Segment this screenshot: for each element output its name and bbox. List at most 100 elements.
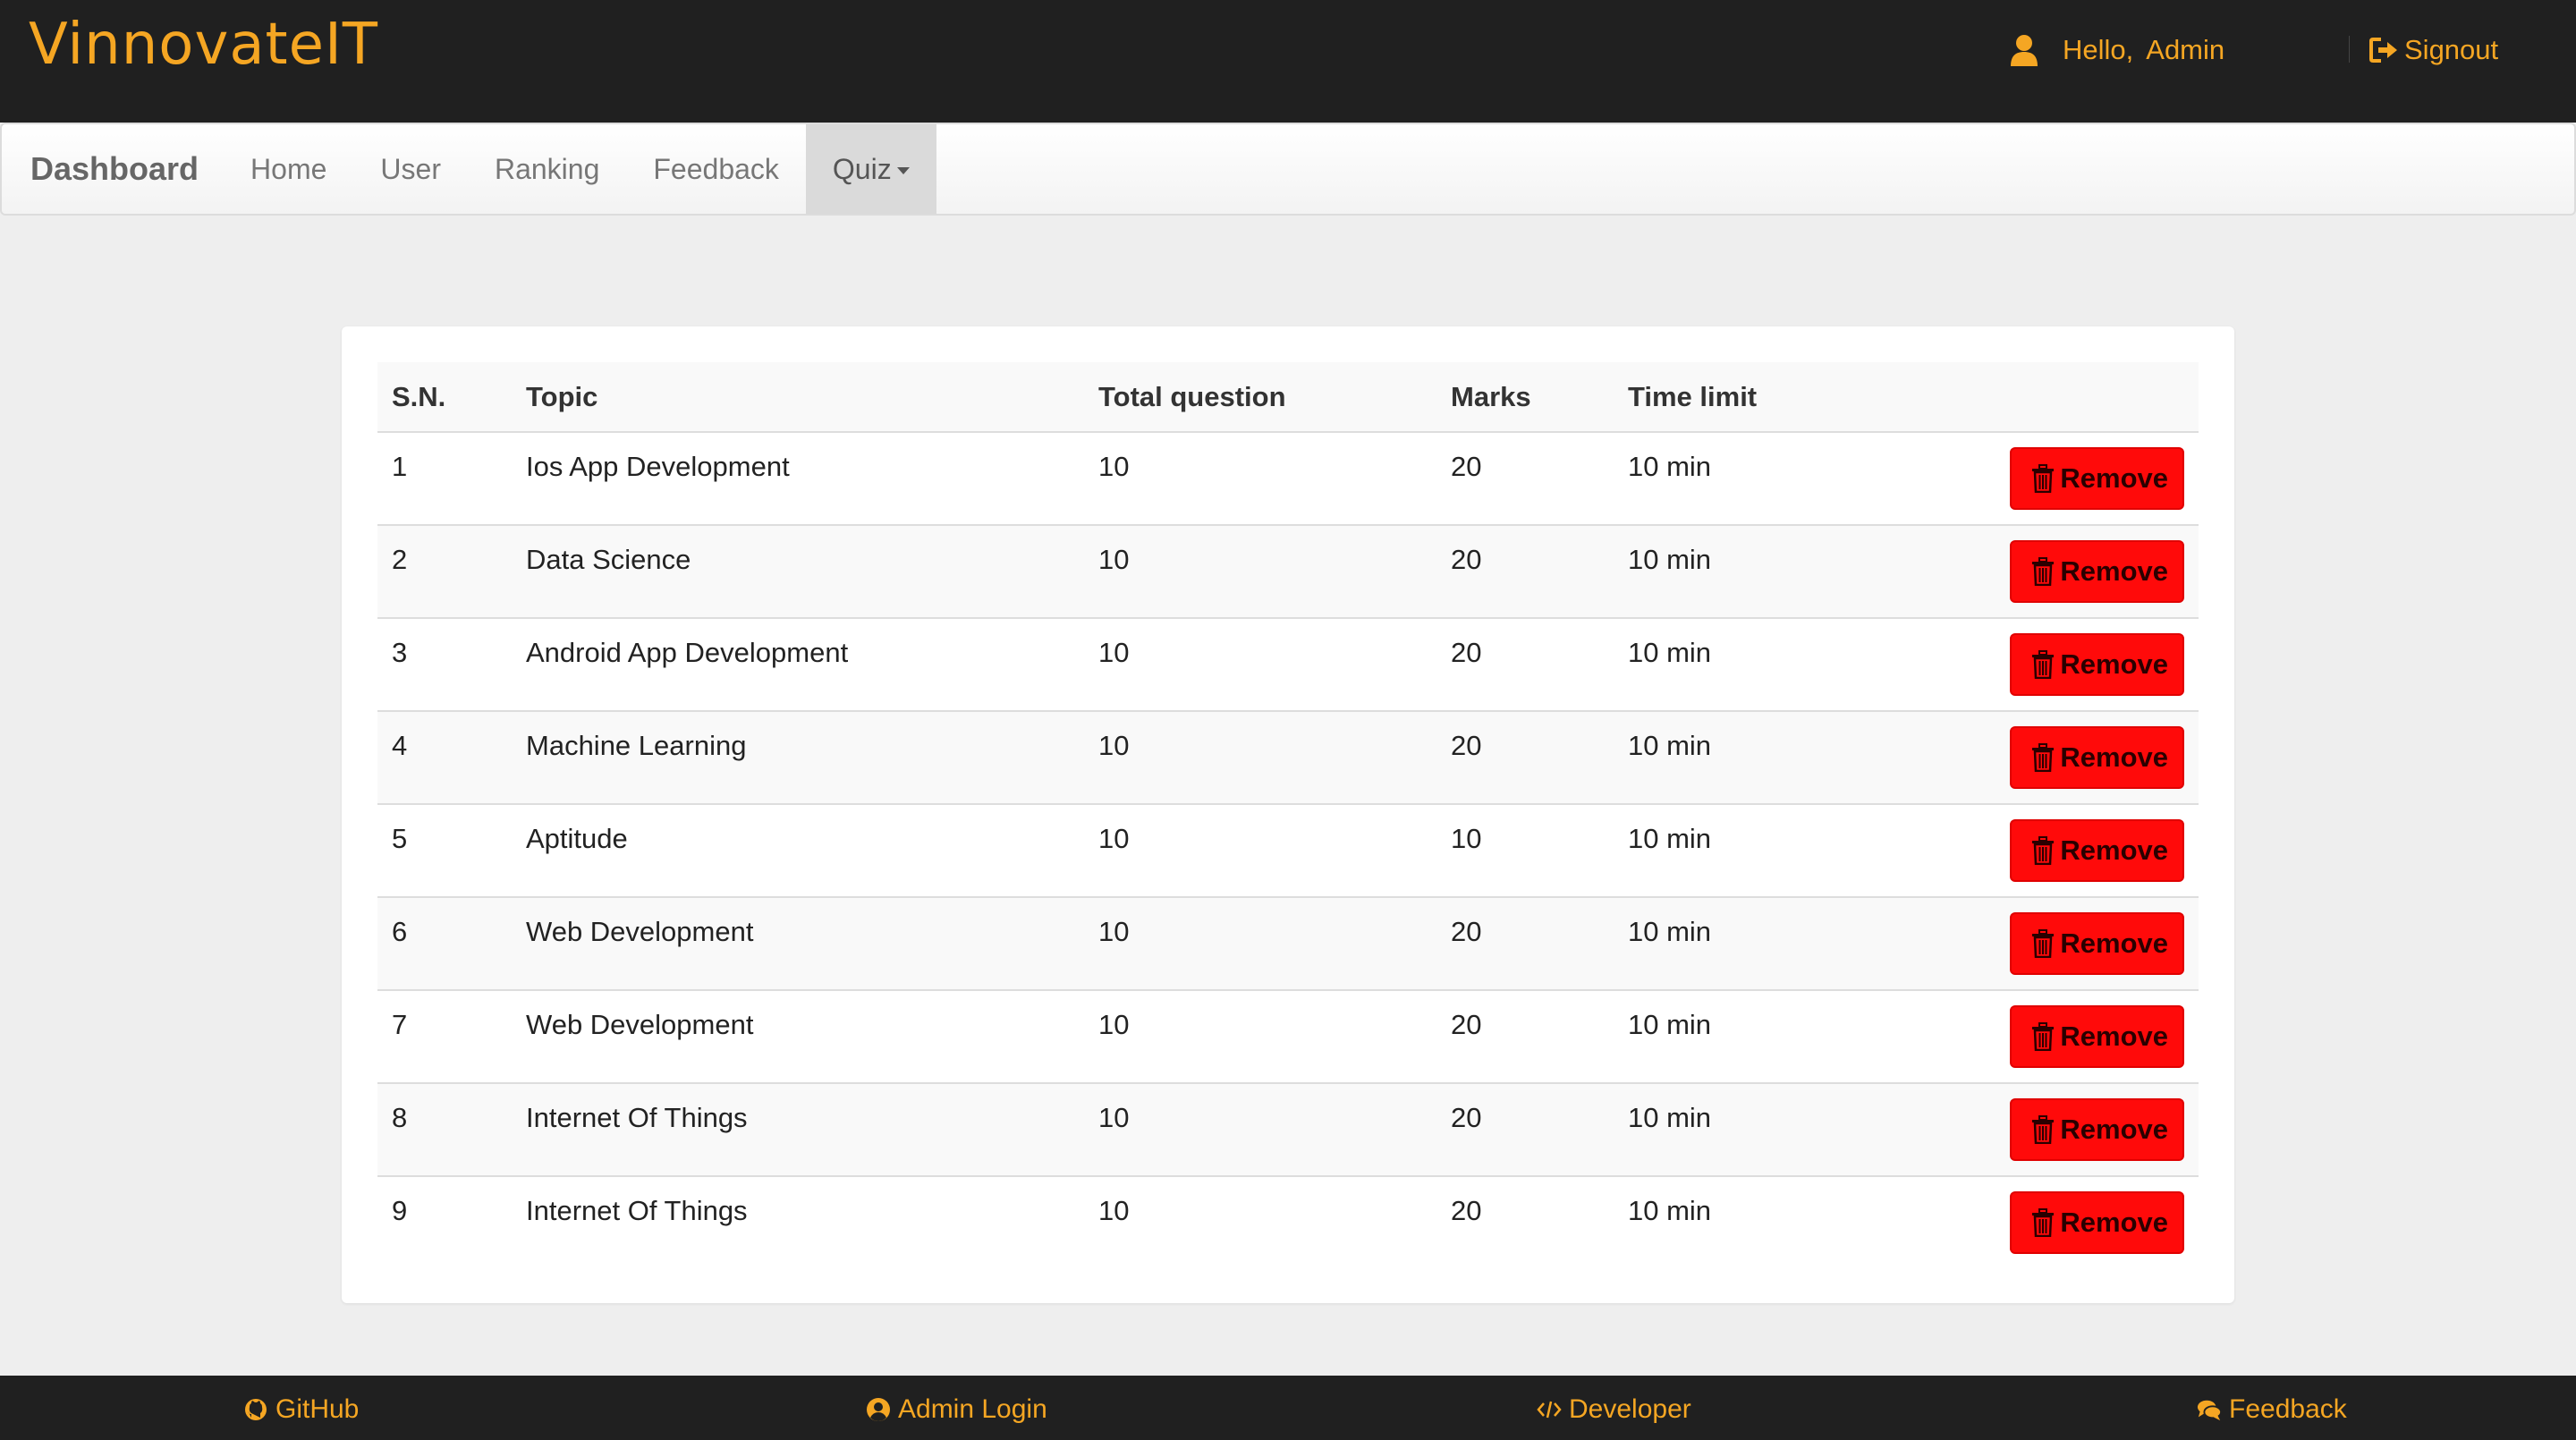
cell-total-question: 10 <box>1084 618 1436 712</box>
remove-label: Remove <box>2060 1021 2168 1052</box>
footer: GitHub Admin Login Developer Feedback <box>0 1376 2576 1440</box>
cell-sn: 3 <box>377 618 512 712</box>
footer-feedback-link[interactable]: Feedback <box>2197 1392 2347 1427</box>
trash-icon <box>2032 650 2055 679</box>
table-row: 7 Web Development 10 20 10 min Remove <box>377 990 2199 1084</box>
header-divider <box>2349 36 2350 63</box>
remove-label: Remove <box>2060 1114 2168 1145</box>
header-total-question: Total question <box>1084 362 1436 433</box>
cell-marks: 20 <box>1436 897 1614 991</box>
cell-marks: 20 <box>1451 1195 1482 1226</box>
remove-label: Remove <box>2060 648 2168 680</box>
trash-icon <box>2032 836 2055 865</box>
github-icon <box>245 1399 267 1420</box>
cell-time-limit: 10 min <box>1614 711 1882 805</box>
header-time-limit: Time limit <box>1614 362 1882 433</box>
cell-time-limit: 10 min <box>1614 1083 1882 1177</box>
remove-button[interactable]: Remove <box>2010 633 2184 696</box>
caret-down-icon <box>896 167 910 174</box>
cell-marks: 20 <box>1436 432 1614 526</box>
cell-time-limit: 10 min <box>1614 804 1882 898</box>
admin-login-label: Admin Login <box>898 1394 1047 1424</box>
cell-time-limit: 10 min <box>1628 1195 1712 1226</box>
greeting-label: Hello, <box>2063 34 2134 65</box>
table-header-row: S.N. Topic Total question Marks Time lim… <box>377 362 2199 433</box>
cell-time-limit: 10 min <box>1614 525 1882 619</box>
cell-sn: 6 <box>377 897 512 991</box>
footer-admin-login-link[interactable]: Admin Login <box>866 1392 1047 1427</box>
cell-actions: Remove <box>1882 618 2199 712</box>
nav-item-feedback[interactable]: Feedback <box>626 124 806 214</box>
cell-marks: 10 <box>1436 804 1614 898</box>
table-row: 8 Internet Of Things 10 20 10 min Remove <box>377 1083 2199 1177</box>
quiz-table-body: 1 Ios App Development 10 20 10 min Remov… <box>377 432 2199 1269</box>
nav-item-ranking[interactable]: Ranking <box>468 124 626 214</box>
cell-total-question: 10 <box>1084 525 1436 619</box>
cell-total-question: 10 <box>1084 804 1436 898</box>
cell-topic: Web Development <box>512 990 1084 1084</box>
cell-sn: 2 <box>377 525 512 619</box>
remove-label: Remove <box>2060 834 2168 866</box>
table-row: 4 Machine Learning 10 20 10 min Remove <box>377 711 2199 805</box>
signout-icon <box>2369 38 2397 63</box>
cell-topic: Android App Development <box>512 618 1084 712</box>
nav-item-user[interactable]: User <box>353 124 468 214</box>
brand-logo[interactable]: VinnovateIT <box>29 9 378 80</box>
feedback-label: Feedback <box>2229 1394 2347 1424</box>
cell-total-question: 10 <box>1084 711 1436 805</box>
header-marks: Marks <box>1436 362 1614 433</box>
cell-sn: 1 <box>377 432 512 526</box>
cell-marks: 20 <box>1436 990 1614 1084</box>
footer-github-link[interactable]: GitHub <box>243 1392 359 1427</box>
nav-item-quiz-dropdown[interactable]: Quiz <box>805 124 936 214</box>
trash-icon <box>2032 1115 2055 1144</box>
footer-developer-link[interactable]: Developer <box>1537 1392 1691 1427</box>
comments-icon <box>2197 1400 2222 1421</box>
remove-button[interactable]: Remove <box>2010 447 2184 510</box>
code-icon <box>1537 1401 1562 1419</box>
remove-button[interactable]: Remove <box>2010 912 2184 975</box>
trash-icon <box>2032 929 2055 958</box>
trash-icon <box>2032 464 2055 493</box>
top-header: VinnovateIT Hello, Admin Signout <box>0 0 2576 123</box>
cell-actions: Remove <box>1882 711 2199 805</box>
cell-total-question: 10 <box>1084 990 1436 1084</box>
greeting-text: Hello, Admin <box>2063 34 2224 66</box>
trash-icon <box>2032 1208 2055 1237</box>
cell-sn: 5 <box>377 804 512 898</box>
header-actions <box>1882 362 2199 433</box>
signout-link[interactable]: Signout <box>2368 29 2498 72</box>
remove-button[interactable]: Remove <box>2010 1098 2184 1161</box>
cell-topic: Internet Of Things <box>526 1195 748 1226</box>
remove-button[interactable]: Remove <box>2010 540 2184 603</box>
remove-button[interactable]: Remove <box>2010 819 2184 882</box>
remove-label: Remove <box>2060 1207 2168 1238</box>
table-row: 1 Ios App Development 10 20 10 min Remov… <box>377 432 2199 526</box>
nav-brand-dashboard[interactable]: Dashboard <box>2 124 224 214</box>
nav-item-home[interactable]: Home <box>224 124 353 214</box>
cell-total-question: 10 <box>1084 432 1436 526</box>
remove-button[interactable]: Remove <box>2010 1191 2184 1254</box>
header-topic: Topic <box>512 362 1084 433</box>
remove-button[interactable]: Remove <box>2010 1005 2184 1068</box>
cell-actions: Remove <box>1882 432 2199 526</box>
cell-marks: 20 <box>1436 525 1614 619</box>
cell-topic: Machine Learning <box>512 711 1084 805</box>
trash-icon <box>2032 743 2055 772</box>
table-row: 2 Data Science 10 20 10 min Remove <box>377 525 2199 619</box>
main-nav: Dashboard Home User Ranking Feedback Qui… <box>0 123 2576 216</box>
remove-button[interactable]: Remove <box>2010 726 2184 789</box>
cell-sn: 4 <box>377 711 512 805</box>
cell-time-limit: 10 min <box>1614 990 1882 1084</box>
table-row: 3 Android App Development 10 20 10 min R… <box>377 618 2199 712</box>
developer-label: Developer <box>1569 1394 1691 1424</box>
cell-total-question: 10 <box>1084 897 1436 991</box>
cell-sn: 9 <box>392 1195 408 1226</box>
cell-sn: 7 <box>377 990 512 1084</box>
table-row: 6 Web Development 10 20 10 min Remove <box>377 897 2199 991</box>
cell-time-limit: 10 min <box>1614 618 1882 712</box>
cell-actions: Remove <box>1882 804 2199 898</box>
trash-icon <box>2032 557 2055 586</box>
quiz-table: S.N. Topic Total question Marks Time lim… <box>377 362 2199 1269</box>
cell-actions: Remove <box>1882 897 2199 991</box>
